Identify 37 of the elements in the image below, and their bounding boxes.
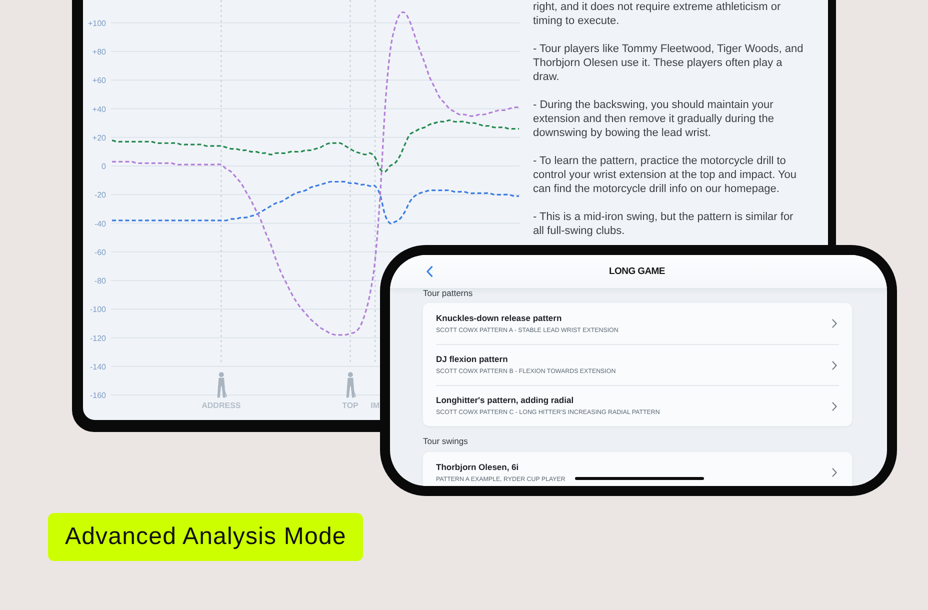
axis-label: -20 xyxy=(94,190,106,200)
axis-label: +80 xyxy=(92,48,106,57)
paragraph: - During the backswing, you should maintain your extension and then remove it gradually during the downswing by bowing the lead wrist. xyxy=(533,98,775,140)
paragraph: right, and it does not require extreme athleticism or timing to execute. xyxy=(533,0,782,28)
axis-label: TOP xyxy=(342,401,358,410)
item-title: Thorbjorn Olesen, 6i xyxy=(436,462,519,472)
chevron-right-icon xyxy=(832,360,837,370)
axis-label: +60 xyxy=(92,76,106,86)
axis-label: +20 xyxy=(92,133,106,142)
item-title: Longhitter's pattern, adding radial xyxy=(436,395,574,406)
axis-label: -100 xyxy=(90,305,106,314)
axis-label: -140 xyxy=(90,362,106,372)
golfer-icon xyxy=(346,372,356,398)
feature-tag: Advanced Analysis Mode xyxy=(48,513,364,561)
chevron-right-icon xyxy=(832,319,837,328)
axis-label: +100 xyxy=(88,18,106,28)
axis-label: -40 xyxy=(94,219,106,228)
chevron-right-icon xyxy=(832,402,837,410)
axis-label: -160 xyxy=(90,391,106,400)
axis-label: ADDRESS xyxy=(202,401,241,410)
paragraph: - This is a mid-iron swing, but the pattern is similar for all full-swing clubs. xyxy=(533,210,794,238)
axis-label: +40 xyxy=(92,104,106,114)
paragraph: - To learn the pattern, practice the motorcycle drill to control your wrist extension at the top and impact. You can find the motorcycle drill info on our homepage. xyxy=(533,154,798,196)
chevron-right-icon xyxy=(832,468,837,477)
axis-label: -120 xyxy=(90,334,106,343)
section-heading: Tour patterns xyxy=(423,288,474,298)
item-title: DJ flexion pattern xyxy=(436,354,508,365)
axis-label: -80 xyxy=(94,276,106,286)
axis-label: -60 xyxy=(94,248,106,257)
section-heading: Tour swings xyxy=(423,436,469,446)
item-title: Knuckles-down release pattern xyxy=(436,312,562,324)
golfer-icon xyxy=(217,372,227,398)
paragraph: - Tour players like Tommy Fleetwood, Tiger Woods, and Thorbjorn Olesen use it. These players often play a draw. xyxy=(533,42,804,84)
screen-title: LONG GAME xyxy=(609,266,665,278)
back-icon[interactable] xyxy=(426,266,433,277)
axis-label: 0 xyxy=(102,162,106,172)
axis-label: IM xyxy=(370,401,380,410)
